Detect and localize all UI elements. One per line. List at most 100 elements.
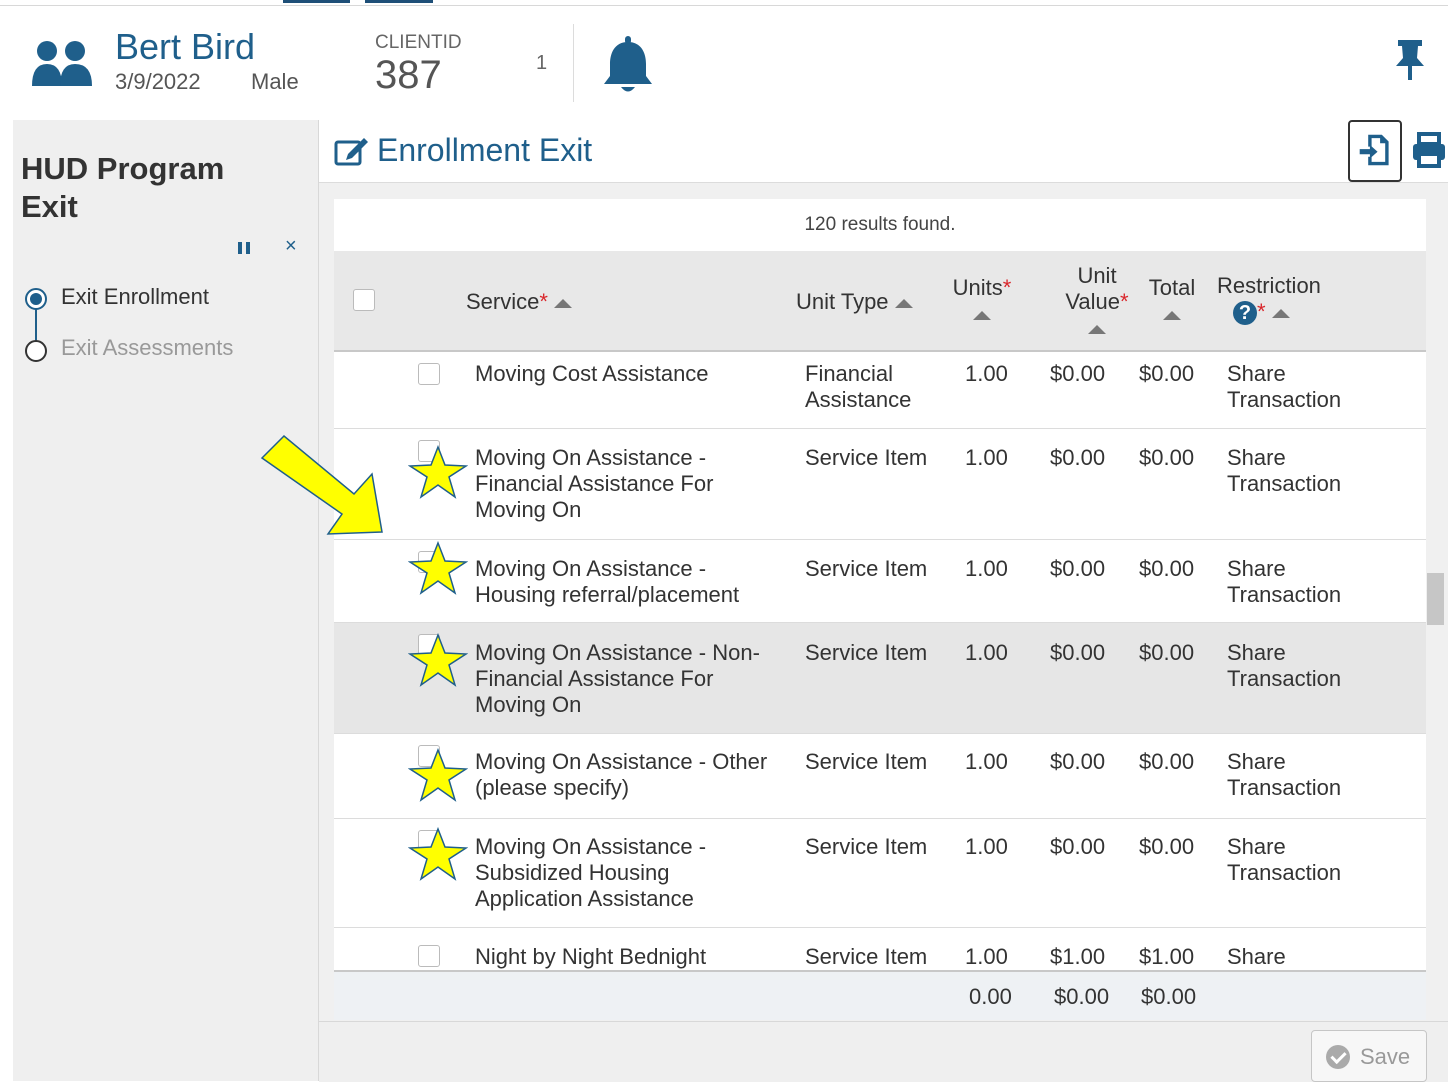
cell-units: 1.00 (965, 361, 1008, 386)
cell-unit-type: Service Item (805, 834, 928, 859)
step-inactive-indicator (25, 340, 47, 362)
row-checkbox[interactable] (418, 363, 440, 385)
sort-asc-icon (1088, 324, 1106, 334)
step-active-indicator (25, 288, 47, 310)
cell-unit-value: $0.00 (1050, 445, 1106, 470)
cell-service: Moving On Assistance - Subsidized Housin… (475, 834, 707, 911)
header-divider (573, 24, 574, 102)
header-service-label: Service (466, 289, 540, 314)
select-all-checkbox[interactable] (353, 289, 375, 311)
required-mark: * (1002, 275, 1012, 300)
cell-units: 1.00 (965, 640, 1008, 665)
cell-unit-value: $1.00 (1050, 944, 1106, 969)
client-id-label: CLIENTID (375, 32, 462, 53)
client-id-value: 387 (375, 53, 442, 97)
table-row[interactable]: Night by Night Bednight Service Item 1.0… (334, 928, 1426, 970)
cell-restriction: Share Transaction (1227, 640, 1342, 691)
row-checkbox[interactable] (418, 440, 440, 462)
scrollbar-thumb[interactable] (1427, 573, 1444, 625)
cell-service: Moving On Assistance - Non-Financial Ass… (475, 640, 760, 717)
cell-restriction: Share (1227, 944, 1286, 969)
cell-restriction: Share Transaction (1227, 445, 1342, 496)
cell-service: Moving On Assistance - Other (please spe… (475, 749, 768, 800)
cell-service: Moving On Assistance - Financial Assista… (475, 445, 714, 522)
cell-total: $0.00 (1139, 556, 1195, 581)
total-total: $0.00 (1141, 984, 1197, 1009)
cell-total: $0.00 (1139, 640, 1195, 665)
column-header-unit-type[interactable]: Unit Type (796, 289, 913, 315)
cell-restriction: Share Transaction (1227, 361, 1342, 412)
cell-service: Night by Night Bednight (475, 944, 707, 969)
table-totals: 0.00 $0.00 $0.00 (334, 970, 1426, 1020)
column-header-units[interactable]: Units* (952, 275, 1012, 327)
column-header-service[interactable]: Service* (466, 289, 572, 315)
table-row[interactable]: Moving On Assistance - Financial Assista… (334, 429, 1426, 540)
cell-units: 1.00 (965, 834, 1008, 859)
client-gender: Male (251, 69, 299, 94)
cell-unit-value: $0.00 (1050, 361, 1106, 386)
sidebar: HUD Program Exit × Exit Enrollment Exit … (13, 120, 319, 1081)
cell-units: 1.00 (965, 944, 1008, 969)
required-mark: * (539, 289, 548, 314)
header-total-label: Total (1148, 275, 1196, 300)
sidebar-title: HUD Program Exit (21, 151, 225, 224)
top-tab-indicator[interactable] (365, 0, 433, 3)
pause-icon[interactable] (236, 240, 252, 256)
page-title: Enrollment Exit (377, 132, 593, 168)
top-tab-indicator[interactable] (283, 0, 350, 3)
header-unit-value-line2: Value (1065, 289, 1121, 314)
export-button[interactable] (1348, 120, 1402, 182)
header-unit-type-label: Unit Type (796, 289, 889, 314)
cell-restriction: Share Transaction (1227, 749, 1342, 800)
required-mark: * (1257, 299, 1266, 324)
table-row[interactable]: Moving On Assistance - Non-Financial Ass… (334, 623, 1426, 734)
total-unit-value: $0.00 (1054, 984, 1110, 1009)
users-icon (32, 41, 92, 86)
table-row[interactable]: Moving On Assistance - Other (please spe… (334, 734, 1426, 819)
table-row[interactable]: Moving Cost Assistance Financial Assista… (334, 352, 1426, 429)
sort-asc-icon (553, 298, 572, 308)
print-icon[interactable] (1409, 130, 1448, 170)
cell-total: $1.00 (1139, 944, 1195, 969)
client-dob: 3/9/2022 (115, 69, 201, 94)
cell-total: $0.00 (1139, 361, 1195, 386)
client-name: Bert Bird (115, 26, 256, 67)
cell-units: 1.00 (965, 445, 1008, 470)
step-exit-assessments[interactable]: Exit Assessments (61, 335, 233, 361)
step-exit-enrollment[interactable]: Exit Enrollment (61, 284, 209, 310)
close-icon[interactable]: × (285, 235, 297, 258)
cell-total: $0.00 (1139, 445, 1195, 470)
cell-units: 1.00 (965, 749, 1008, 774)
cell-unit-type: Service Item (805, 749, 928, 774)
cell-restriction: Share Transaction (1227, 556, 1342, 607)
bell-icon[interactable] (600, 34, 656, 96)
cell-unit-value: $0.00 (1050, 556, 1106, 581)
header-restriction-label: Restriction (1217, 273, 1321, 298)
save-button[interactable]: Save (1311, 1030, 1427, 1082)
cell-unit-type: Service Item (805, 640, 928, 665)
cell-unit-type: Service Item (805, 445, 928, 470)
cell-unit-type: Service Item (805, 556, 928, 581)
cell-restriction: Share Transaction (1227, 834, 1342, 885)
column-header-restriction[interactable]: Restriction? * (1217, 273, 1321, 326)
pin-icon[interactable] (1392, 38, 1428, 82)
results-count: 120 results found. (804, 214, 956, 235)
cell-unit-value: $0.00 (1050, 640, 1106, 665)
table-row[interactable]: Moving On Assistance - Housing referral/… (334, 540, 1426, 623)
row-checkbox[interactable] (418, 745, 440, 767)
check-circle-icon (1326, 1045, 1350, 1069)
column-header-unit-value[interactable]: Unit Value* (1042, 263, 1152, 341)
help-icon[interactable]: ? (1233, 301, 1257, 326)
row-checkbox[interactable] (418, 830, 440, 852)
top-divider (0, 5, 1448, 6)
row-checkbox[interactable] (418, 634, 440, 656)
header-units-label: Units (952, 275, 1003, 300)
results-bar: 120 results found. (334, 199, 1426, 251)
export-icon (1359, 134, 1389, 165)
total-units: 0.00 (969, 984, 1012, 1009)
row-checkbox[interactable] (418, 551, 440, 573)
table-row[interactable]: Moving On Assistance - Subsidized Housin… (334, 819, 1426, 928)
cell-unit-type: Financial Assistance (805, 361, 912, 412)
row-checkbox[interactable] (418, 945, 440, 967)
column-header-total[interactable]: Total (1142, 275, 1202, 327)
